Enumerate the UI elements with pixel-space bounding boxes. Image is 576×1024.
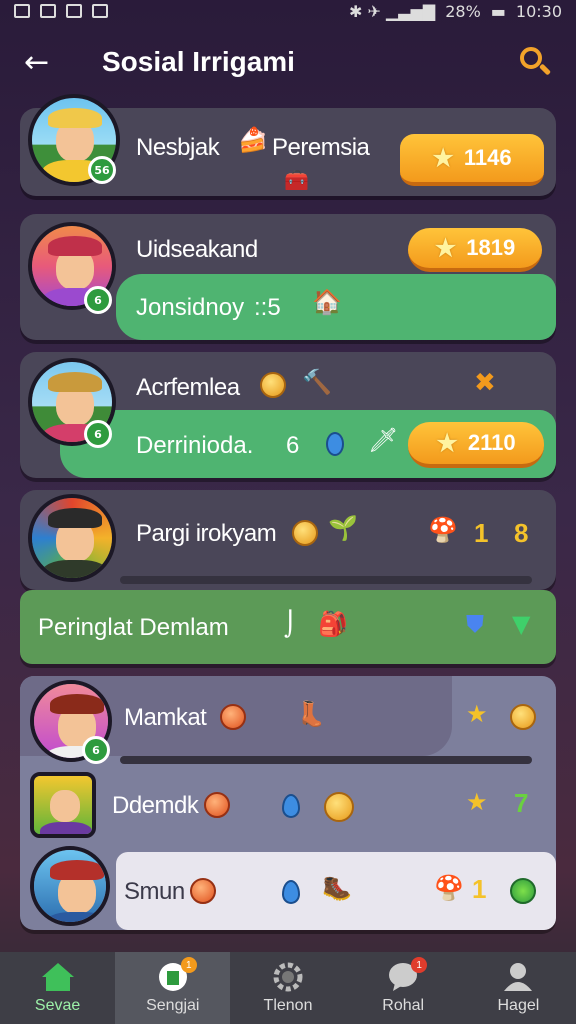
back-arrow-icon[interactable]: ←	[24, 45, 64, 80]
image-notification-icon	[14, 4, 30, 18]
divider	[120, 576, 532, 584]
battery-level: 28%	[445, 1, 481, 21]
score-value: 1146	[463, 145, 512, 170]
mushroom-icon: 🍄	[428, 516, 458, 544]
status-text: Jonsidnoy	[136, 294, 245, 321]
orb-icon	[326, 432, 344, 456]
chat-bubble-icon: 1	[385, 957, 428, 993]
star-icon: ★	[466, 788, 488, 816]
divider	[120, 756, 532, 764]
list-notification-icon	[66, 4, 82, 18]
player-name: Uidseakand	[136, 236, 258, 263]
star-icon: ★	[436, 429, 458, 457]
avatar[interactable]	[30, 846, 110, 926]
torch-icon: 🔨	[302, 368, 332, 396]
status-number: 6	[286, 432, 300, 459]
coin-icon	[292, 520, 318, 546]
shield-icon: ⛊	[466, 610, 484, 638]
status-text: Peringlat Demlam	[38, 614, 229, 641]
score-value: 1819	[466, 235, 516, 260]
player-title: Peremsia	[272, 134, 370, 161]
nav-label: Sengjai	[146, 997, 200, 1014]
boot-icon: 🥾	[322, 874, 352, 902]
notification-badge: 1	[180, 957, 197, 973]
score-value: 2110	[467, 430, 516, 455]
status-text: Derrinioda.	[136, 432, 254, 459]
battery-icon: ▬	[490, 1, 506, 21]
bag-icon: 🎒	[318, 610, 348, 638]
player-name: Pargi irokyam	[136, 520, 277, 547]
sword-icon: 🗡	[368, 426, 399, 454]
score-button[interactable]: ★ 1146	[400, 134, 544, 186]
notification-badge: 1	[411, 957, 428, 973]
status-suffix: ::5	[254, 294, 281, 321]
nav-label: Sevae	[34, 997, 81, 1014]
avatar[interactable]	[30, 772, 96, 838]
stat-number: 7	[514, 788, 529, 818]
player-name: Nesbjak	[136, 134, 220, 161]
potion-icon	[282, 794, 300, 818]
player-name: Ddemdk	[112, 792, 199, 819]
boot-icon: 👢	[296, 700, 326, 728]
level-badge: 6	[84, 420, 112, 448]
stat-number: 1	[472, 874, 487, 904]
hook-icon: ⌡	[284, 610, 297, 638]
star-icon: ★	[466, 700, 488, 728]
home-icon	[40, 961, 76, 993]
player-name: Acrfemlea	[136, 374, 240, 401]
score-button[interactable]: ★ 1819	[408, 228, 542, 272]
notification-icons	[14, 4, 108, 18]
image-notification-icon	[92, 4, 108, 18]
avatar[interactable]	[28, 494, 116, 582]
player-name: Mamkat	[124, 704, 207, 731]
cross-icon: ✖	[474, 368, 496, 398]
tower-icon: 🏠	[312, 288, 342, 316]
nav-label: Hagel	[497, 997, 540, 1014]
person-icon	[500, 961, 536, 993]
stat-number: 8	[514, 518, 529, 548]
signal-icon: ✱ ✈ ▁▃▅▇	[349, 1, 436, 21]
coin-icon	[260, 372, 286, 398]
mushroom-icon: 🍄	[434, 874, 464, 902]
castle-icon: 1	[155, 957, 197, 993]
nav-profile[interactable]: Hagel	[461, 952, 576, 1024]
app-bar: ← Sosial Irrigami	[0, 30, 576, 94]
search-icon[interactable]	[518, 45, 552, 79]
coin-icon	[510, 704, 536, 730]
nav-chat[interactable]: 1 Rohal	[346, 952, 461, 1024]
coin-icon	[204, 792, 230, 818]
nav-label: Rohal	[382, 997, 425, 1014]
star-icon: ★	[432, 144, 454, 172]
nav-label: Tlenon	[263, 997, 313, 1014]
coin-icon	[190, 878, 216, 904]
nav-home[interactable]: Sevae	[0, 952, 115, 1024]
clock: 10:30	[515, 1, 562, 21]
gem-icon: ▼	[512, 610, 531, 638]
nav-settings[interactable]: Tlenon	[230, 952, 345, 1024]
sprout-icon: 🌱	[328, 514, 358, 542]
medal-icon	[324, 792, 354, 822]
bottom-navigation: Sevae 1 Sengjai Tlenon 1 Rohal Hagel	[0, 952, 576, 1024]
player-name: Smun	[124, 878, 185, 905]
cake-icon: 🍰	[238, 126, 268, 154]
clock-icon	[510, 878, 536, 904]
status-bar: ✱ ✈ ▁▃▅▇ 28% ▬ 10:30	[0, 0, 576, 22]
star-icon: ★	[434, 234, 457, 262]
gear-icon	[270, 961, 306, 993]
image-notification-icon	[40, 4, 56, 18]
level-badge: 6	[84, 286, 112, 314]
coin-icon	[220, 704, 246, 730]
chest-icon: 🧰	[284, 168, 309, 192]
stat-number: 1	[474, 518, 489, 548]
level-badge: 56	[88, 156, 116, 184]
score-button[interactable]: ★ 2110	[408, 422, 544, 468]
potion-icon	[282, 880, 300, 904]
list-item-row-4-extra[interactable]: Peringlat Demlam ⌡ 🎒 ⛊ ▼	[20, 590, 556, 664]
level-badge: 6	[82, 736, 110, 764]
nav-quests[interactable]: 1 Sengjai	[115, 952, 231, 1024]
page-title: Sosial Irrigami	[102, 46, 295, 77]
